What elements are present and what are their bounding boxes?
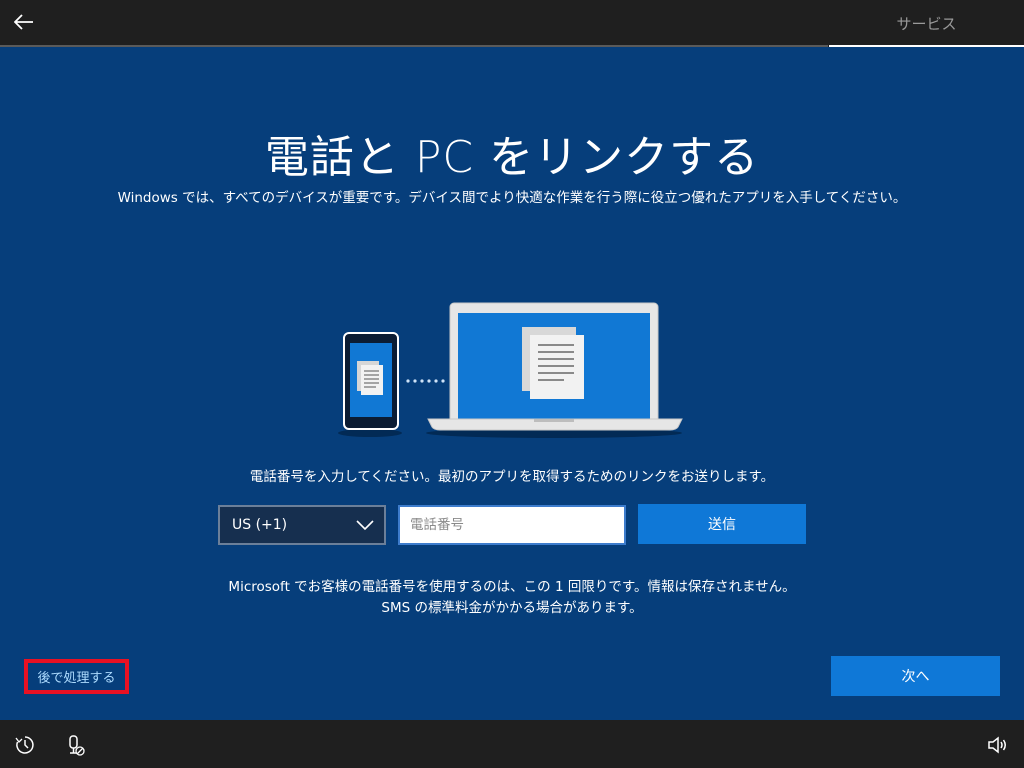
privacy-notice: Microsoft でお客様の電話番号を使用するのは、この 1 回限りです。情報… [228, 579, 796, 616]
send-button[interactable]: 送信 [638, 504, 806, 544]
phone-pc-illustration [336, 301, 688, 441]
country-code-value: US (+1) [232, 517, 288, 533]
country-code-select[interactable]: US (+1) [218, 505, 386, 545]
page-subtitle: Windows では、すべてのデバイスが重要です。デバイス間でより快適な作業を行… [117, 190, 907, 206]
phone-number-input[interactable] [398, 505, 626, 545]
chevron-down-icon [356, 516, 374, 538]
back-button[interactable] [8, 8, 40, 40]
ease-of-access-icon[interactable] [14, 734, 36, 756]
narrator-microphone-icon[interactable] [64, 734, 86, 756]
top-bar: サービス [0, 0, 1024, 47]
page-title: 電話と PC をリンクする [264, 132, 760, 183]
next-button[interactable]: 次へ [831, 656, 1000, 696]
phone-prompt: 電話番号を入力してください。最初のアプリを取得するためのリンクをお送りします。 [249, 469, 775, 485]
tab-service[interactable]: サービス [829, 0, 1024, 47]
arrow-left-icon [13, 14, 34, 34]
volume-icon[interactable] [986, 734, 1008, 756]
bottom-bar [0, 720, 1024, 768]
do-later-button[interactable]: 後で処理する [24, 659, 129, 694]
main-panel: 電話と PC をリンクする Windows では、すべてのデバイスが重要です。デ… [0, 47, 1024, 720]
